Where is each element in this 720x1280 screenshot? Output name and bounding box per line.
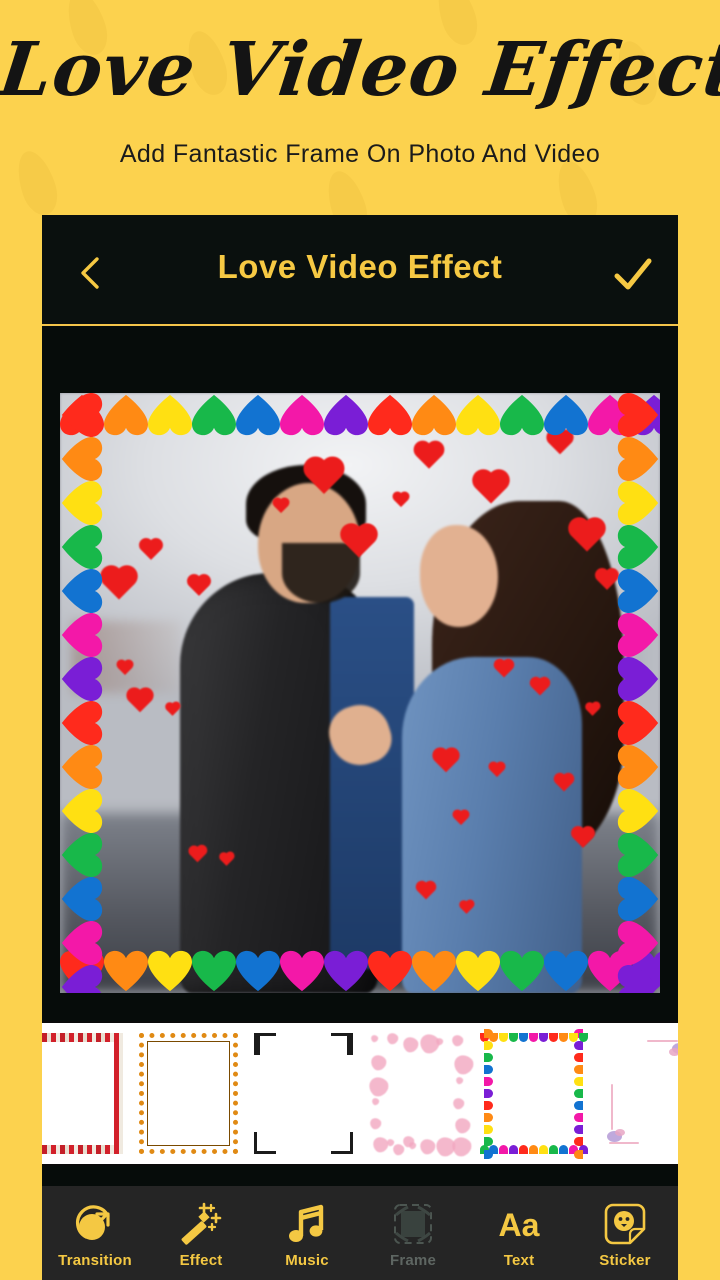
text-aa-icon: Aa bbox=[499, 1207, 540, 1243]
tool-sticker[interactable]: Sticker bbox=[572, 1186, 678, 1280]
preview-stage bbox=[42, 326, 678, 1016]
app-bar: Love Video Effect bbox=[42, 215, 678, 324]
svg-text:Aa: Aa bbox=[499, 1207, 540, 1243]
thumb-art-rainbow-hearts bbox=[479, 1028, 588, 1159]
check-icon bbox=[614, 258, 652, 290]
frame-thumb-pink-hearts[interactable] bbox=[361, 1023, 478, 1164]
frame-thumbnail-strip[interactable] bbox=[42, 1021, 678, 1166]
frame-thumb-rainbow-hearts[interactable] bbox=[476, 1023, 591, 1164]
thumb-art-dotted bbox=[139, 1033, 238, 1154]
magic-wand-icon bbox=[181, 1202, 222, 1245]
thumb-art-roses bbox=[42, 1033, 123, 1154]
tool-frame[interactable]: Frame bbox=[360, 1186, 466, 1280]
tool-text[interactable]: Aa Text bbox=[466, 1186, 572, 1280]
tool-music[interactable]: Music bbox=[254, 1186, 360, 1280]
frame-thumb-roses[interactable] bbox=[42, 1023, 131, 1164]
page-title: Love Video Effect bbox=[217, 248, 503, 285]
tool-effect[interactable]: Effect bbox=[148, 1186, 254, 1280]
frame-icon bbox=[394, 1204, 432, 1244]
tool-label-sticker: Sticker bbox=[599, 1252, 651, 1269]
promo-subtitle: Add Fantastic Frame On Photo And Video bbox=[119, 140, 601, 168]
thumb-art-corner bbox=[254, 1033, 353, 1154]
done-button[interactable] bbox=[610, 251, 656, 297]
tool-label-frame: Frame bbox=[389, 1252, 437, 1269]
tool-label-transition: Transition bbox=[58, 1252, 132, 1269]
app-screen: Love Video Effect Transition Effect Musi… bbox=[42, 215, 678, 1280]
photo-preview[interactable] bbox=[60, 393, 660, 993]
bottom-toolbar: Transition Effect Music Frame Aa Text St… bbox=[42, 1186, 678, 1280]
tool-label-effect: Effect bbox=[179, 1252, 223, 1269]
tool-transition[interactable]: Transition bbox=[42, 1186, 148, 1280]
music-note-icon bbox=[289, 1204, 324, 1242]
tool-label-text: Text bbox=[503, 1252, 535, 1269]
frame-thumb-butterflies[interactable] bbox=[591, 1023, 678, 1164]
thumb-art-pink-hearts bbox=[365, 1030, 478, 1160]
tool-label-music: Music bbox=[285, 1252, 329, 1269]
promo-title: Love Video Effects bbox=[0, 27, 720, 113]
frame-thumb-dotted[interactable] bbox=[131, 1023, 246, 1164]
sticker-icon bbox=[604, 1203, 646, 1245]
frame-thumb-corner[interactable] bbox=[246, 1023, 361, 1164]
thumb-art-butterflies bbox=[599, 1033, 678, 1154]
transition-icon bbox=[76, 1205, 110, 1240]
promo-header: Love Video Effects Add Fantastic Frame O… bbox=[0, 0, 720, 215]
